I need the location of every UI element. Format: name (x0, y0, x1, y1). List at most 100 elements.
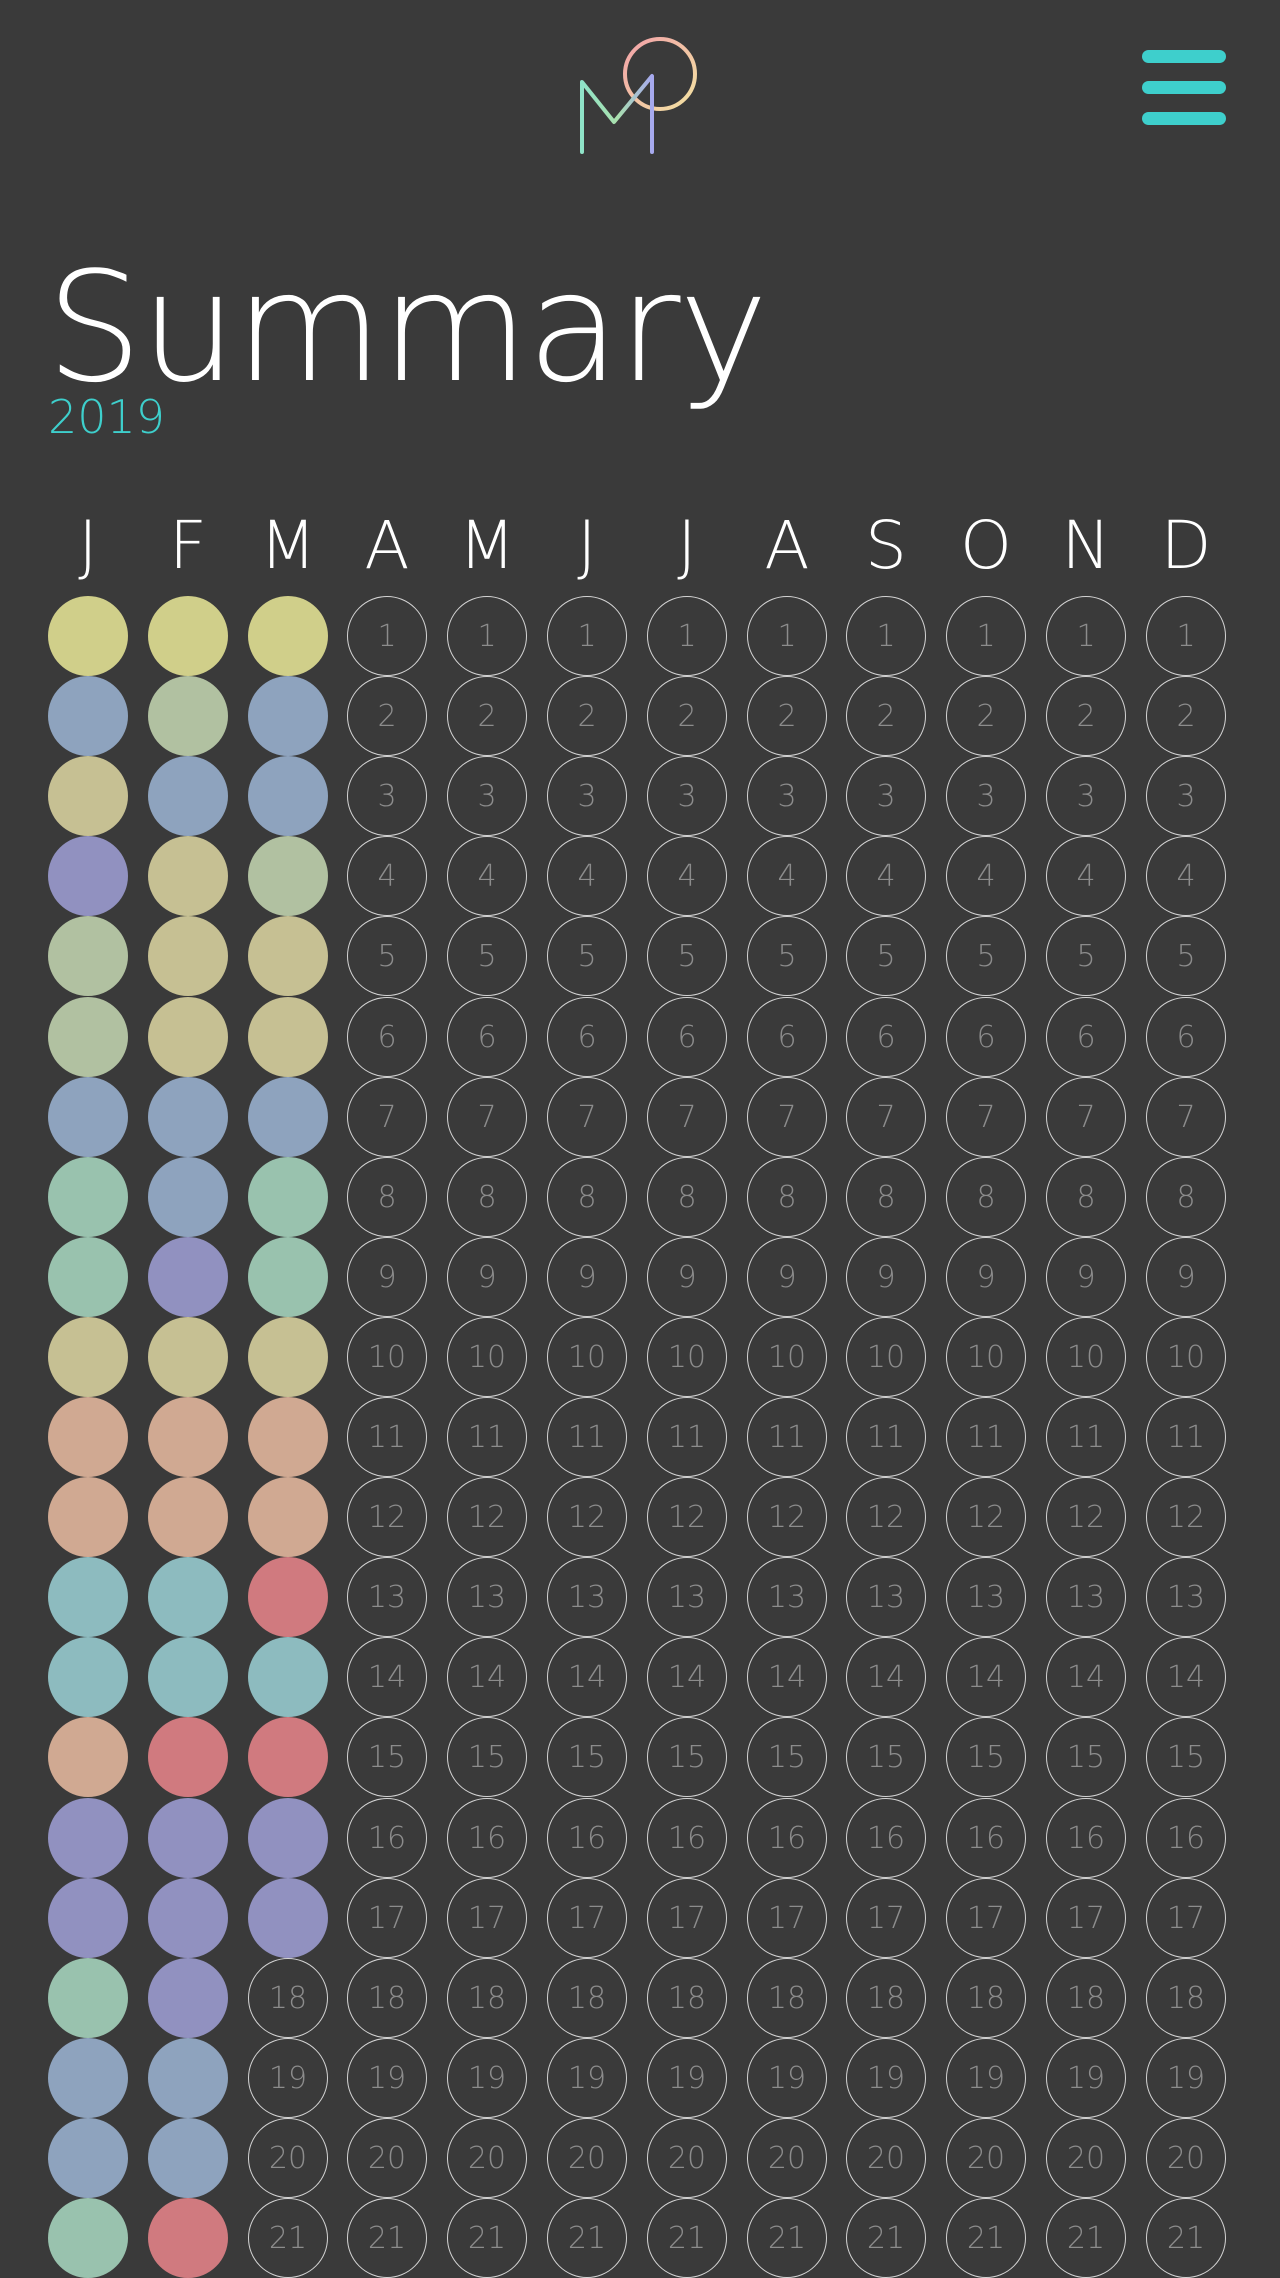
empty-day-circle[interactable]: 2 (347, 676, 427, 756)
mood-day-dot[interactable] (148, 997, 228, 1077)
empty-day-circle[interactable]: 15 (1046, 1717, 1126, 1797)
empty-day-circle[interactable]: 16 (547, 1798, 627, 1878)
empty-day-circle[interactable]: 14 (447, 1637, 527, 1717)
empty-day-circle[interactable]: 2 (447, 676, 527, 756)
empty-day-circle[interactable]: 13 (447, 1557, 527, 1637)
empty-day-circle[interactable]: 6 (647, 997, 727, 1077)
empty-day-circle[interactable]: 3 (1046, 756, 1126, 836)
empty-day-circle[interactable]: 15 (747, 1717, 827, 1797)
empty-day-circle[interactable]: 12 (846, 1477, 926, 1557)
empty-day-circle[interactable]: 19 (647, 2038, 727, 2118)
empty-day-circle[interactable]: 14 (747, 1637, 827, 1717)
mood-day-dot[interactable] (48, 1477, 128, 1557)
empty-day-circle[interactable]: 18 (447, 1958, 527, 2038)
mood-day-dot[interactable] (48, 1798, 128, 1878)
mood-day-dot[interactable] (248, 1637, 328, 1717)
mood-day-dot[interactable] (248, 756, 328, 836)
empty-day-circle[interactable]: 17 (1146, 1878, 1226, 1958)
mood-day-dot[interactable] (148, 836, 228, 916)
empty-day-circle[interactable]: 17 (447, 1878, 527, 1958)
empty-day-circle[interactable]: 1 (647, 596, 727, 676)
empty-day-circle[interactable]: 1 (447, 596, 527, 676)
empty-day-circle[interactable]: 4 (647, 836, 727, 916)
empty-day-circle[interactable]: 1 (946, 596, 1026, 676)
empty-day-circle[interactable]: 4 (1046, 836, 1126, 916)
empty-day-circle[interactable]: 5 (846, 916, 926, 996)
empty-day-circle[interactable]: 15 (946, 1717, 1026, 1797)
empty-day-circle[interactable]: 21 (1146, 2198, 1226, 2278)
mood-day-dot[interactable] (148, 1397, 228, 1477)
empty-day-circle[interactable]: 6 (1046, 997, 1126, 1077)
empty-day-circle[interactable]: 11 (647, 1397, 727, 1477)
mood-day-dot[interactable] (48, 756, 128, 836)
empty-day-circle[interactable]: 2 (547, 676, 627, 756)
empty-day-circle[interactable]: 13 (1146, 1557, 1226, 1637)
empty-day-circle[interactable]: 10 (846, 1317, 926, 1397)
mood-day-dot[interactable] (248, 997, 328, 1077)
empty-day-circle[interactable]: 2 (647, 676, 727, 756)
mood-day-dot[interactable] (148, 676, 228, 756)
empty-day-circle[interactable]: 20 (248, 2118, 328, 2198)
empty-day-circle[interactable]: 13 (1046, 1557, 1126, 1637)
empty-day-circle[interactable]: 19 (747, 2038, 827, 2118)
empty-day-circle[interactable]: 4 (846, 836, 926, 916)
mood-day-dot[interactable] (148, 1157, 228, 1237)
empty-day-circle[interactable]: 19 (248, 2038, 328, 2118)
mood-day-dot[interactable] (48, 1157, 128, 1237)
empty-day-circle[interactable]: 6 (946, 997, 1026, 1077)
empty-day-circle[interactable]: 21 (946, 2198, 1026, 2278)
empty-day-circle[interactable]: 8 (347, 1157, 427, 1237)
mood-day-dot[interactable] (248, 1397, 328, 1477)
empty-day-circle[interactable]: 6 (846, 997, 926, 1077)
empty-day-circle[interactable]: 16 (647, 1798, 727, 1878)
empty-day-circle[interactable]: 20 (747, 2118, 827, 2198)
mood-day-dot[interactable] (248, 1557, 328, 1637)
empty-day-circle[interactable]: 6 (1146, 997, 1226, 1077)
empty-day-circle[interactable]: 8 (547, 1157, 627, 1237)
empty-day-circle[interactable]: 10 (747, 1317, 827, 1397)
empty-day-circle[interactable]: 1 (846, 596, 926, 676)
empty-day-circle[interactable]: 5 (447, 916, 527, 996)
empty-day-circle[interactable]: 18 (1046, 1958, 1126, 2038)
mood-day-dot[interactable] (248, 1237, 328, 1317)
mood-day-dot[interactable] (248, 1157, 328, 1237)
mood-day-dot[interactable] (48, 836, 128, 916)
empty-day-circle[interactable]: 21 (547, 2198, 627, 2278)
empty-day-circle[interactable]: 17 (547, 1878, 627, 1958)
empty-day-circle[interactable]: 12 (747, 1477, 827, 1557)
empty-day-circle[interactable]: 18 (747, 1958, 827, 2038)
empty-day-circle[interactable]: 3 (1146, 756, 1226, 836)
empty-day-circle[interactable]: 11 (1046, 1397, 1126, 1477)
mood-day-dot[interactable] (248, 916, 328, 996)
empty-day-circle[interactable]: 9 (1046, 1237, 1126, 1317)
mood-day-dot[interactable] (148, 1637, 228, 1717)
empty-day-circle[interactable]: 8 (447, 1157, 527, 1237)
empty-day-circle[interactable]: 19 (946, 2038, 1026, 2118)
empty-day-circle[interactable]: 15 (347, 1717, 427, 1797)
empty-day-circle[interactable]: 12 (946, 1477, 1026, 1557)
empty-day-circle[interactable]: 1 (547, 596, 627, 676)
empty-day-circle[interactable]: 7 (1046, 1077, 1126, 1157)
mood-day-dot[interactable] (148, 2118, 228, 2198)
empty-day-circle[interactable]: 9 (946, 1237, 1026, 1317)
empty-day-circle[interactable]: 17 (946, 1878, 1026, 1958)
empty-day-circle[interactable]: 20 (347, 2118, 427, 2198)
mood-day-dot[interactable] (48, 1958, 128, 2038)
empty-day-circle[interactable]: 4 (946, 836, 1026, 916)
empty-day-circle[interactable]: 15 (447, 1717, 527, 1797)
empty-day-circle[interactable]: 4 (547, 836, 627, 916)
empty-day-circle[interactable]: 15 (547, 1717, 627, 1797)
empty-day-circle[interactable]: 7 (647, 1077, 727, 1157)
empty-day-circle[interactable]: 2 (747, 676, 827, 756)
mood-day-dot[interactable] (148, 1798, 228, 1878)
empty-day-circle[interactable]: 18 (347, 1958, 427, 2038)
empty-day-circle[interactable]: 21 (347, 2198, 427, 2278)
mood-day-dot[interactable] (148, 1317, 228, 1397)
mood-day-dot[interactable] (148, 756, 228, 836)
mood-day-dot[interactable] (48, 1317, 128, 1397)
empty-day-circle[interactable]: 7 (1146, 1077, 1226, 1157)
mood-day-dot[interactable] (148, 596, 228, 676)
empty-day-circle[interactable]: 14 (1146, 1637, 1226, 1717)
empty-day-circle[interactable]: 11 (846, 1397, 926, 1477)
empty-day-circle[interactable]: 12 (1046, 1477, 1126, 1557)
